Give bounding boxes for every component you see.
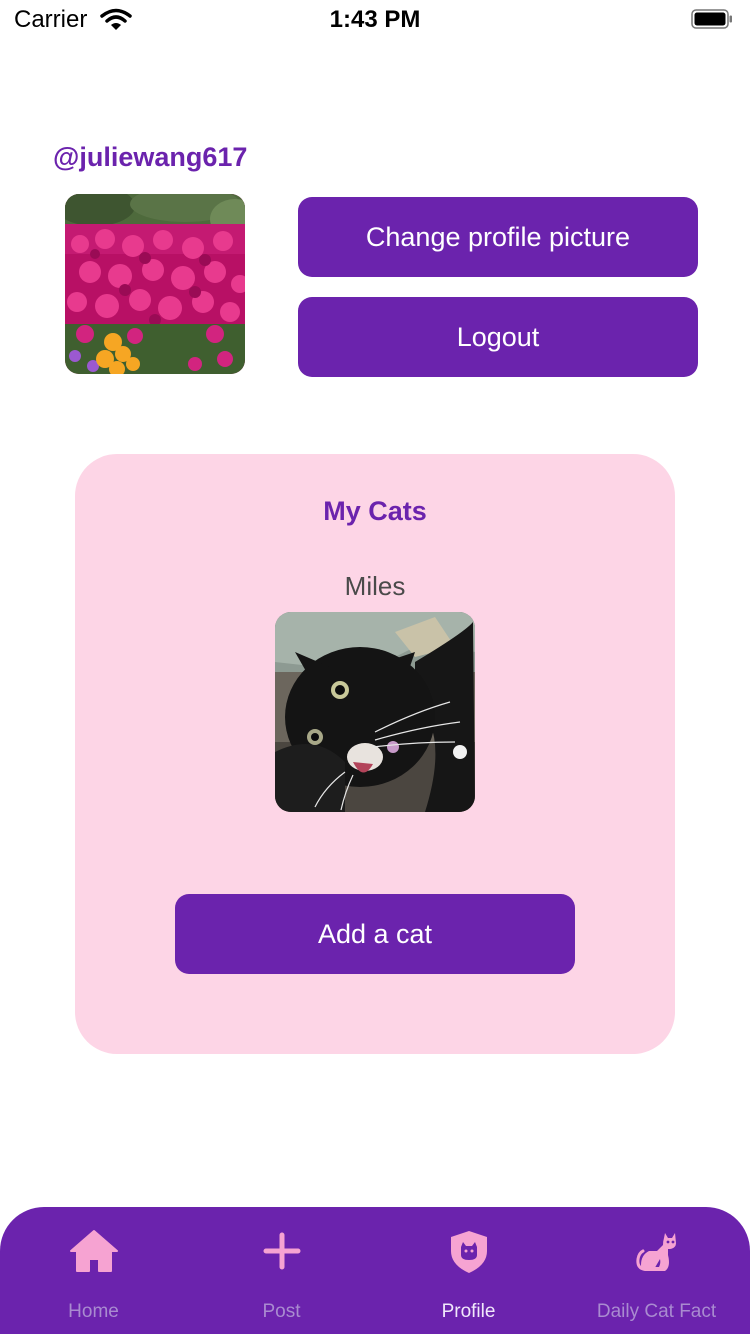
cat-photo[interactable] [275,612,475,812]
tab-profile-label: Profile [441,1301,496,1322]
tab-daily-cat-fact[interactable]: Daily Cat Fact [563,1207,750,1334]
my-cats-title: My Cats [323,496,427,526]
cat-icon [563,1229,750,1279]
shield-cat-icon [375,1229,562,1279]
profile-picture [65,194,245,374]
my-cats-card: My Cats Miles Add a cat [75,454,675,1054]
logout-button[interactable]: Logout [298,297,698,377]
status-bar: Carrier 1:43 PM [0,0,750,40]
cat-name: Miles [344,571,406,601]
plus-icon [188,1229,375,1279]
username: @juliewang617 [53,142,248,172]
tab-bar: Home Post Profile Daily Cat Fact [0,1207,750,1334]
home-icon [0,1229,187,1279]
tab-home-label: Home [68,1301,119,1322]
tab-post-label: Post [262,1301,301,1322]
cat-photo-image [275,612,475,812]
battery-icon [691,9,732,29]
flower-photo [65,194,245,374]
tab-profile[interactable]: Profile [375,1207,562,1334]
clock: 1:43 PM [329,6,421,33]
change-profile-picture-button[interactable]: Change profile picture [298,197,698,277]
add-cat-button[interactable]: Add a cat [175,894,575,974]
tab-daily-cat-fact-label: Daily Cat Fact [596,1301,717,1322]
tab-home[interactable]: Home [0,1207,187,1334]
tab-post[interactable]: Post [188,1207,375,1334]
